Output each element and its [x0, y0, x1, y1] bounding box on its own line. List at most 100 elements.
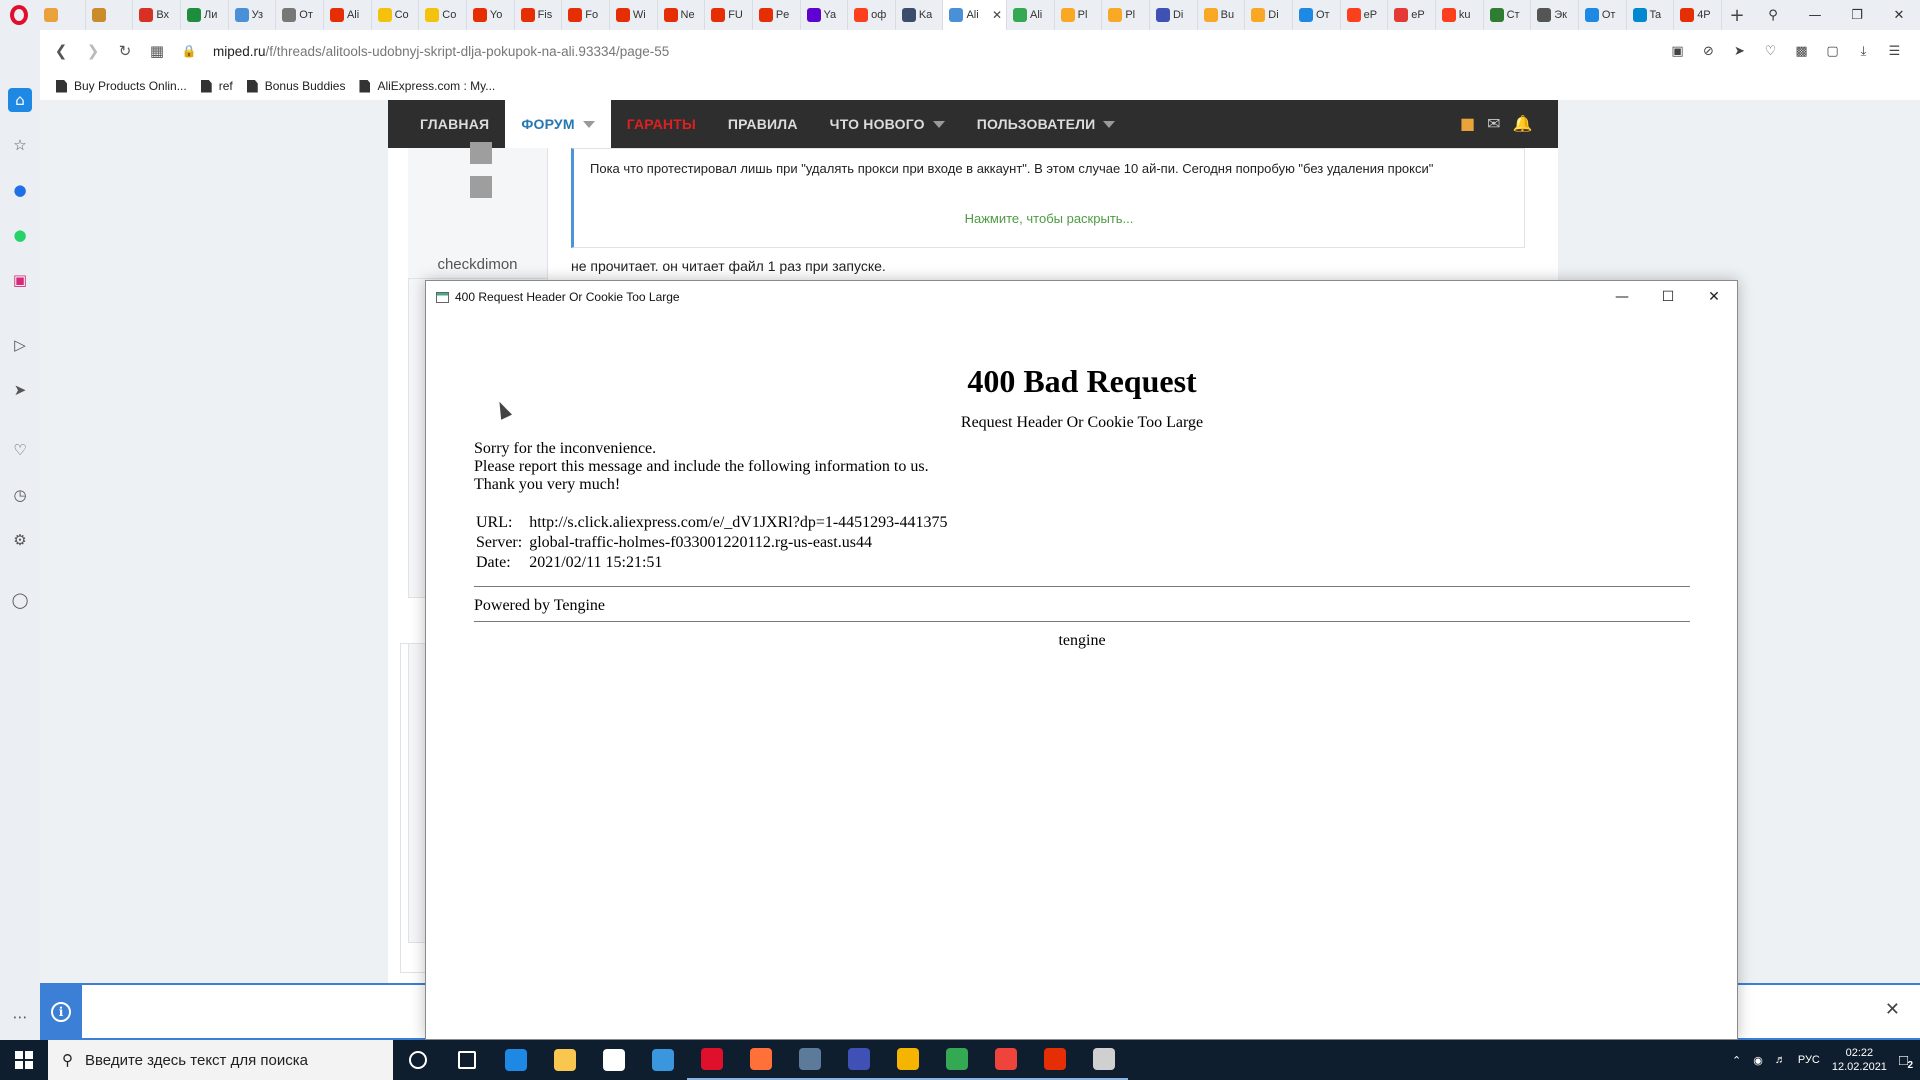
browser-tab[interactable]: ku — [1436, 0, 1484, 30]
browser-tab[interactable]: Fo — [562, 0, 610, 30]
home-icon[interactable]: ⌂ — [8, 88, 32, 112]
minimize-button[interactable]: — — [1794, 0, 1836, 30]
notification-center-icon[interactable]: □ 2 — [1899, 1052, 1913, 1071]
forum-nav-item[interactable]: ПОЛЬЗОВАТЕЛИ — [961, 100, 1132, 148]
heart-bookmark-icon[interactable]: ♡ — [1757, 36, 1784, 66]
wallet-icon[interactable]: ▩ — [1788, 36, 1815, 66]
url-field[interactable]: miped.ru/f/threads/alitools-udobnyj-skri… — [213, 44, 669, 59]
easy-setup-icon[interactable]: ☰ — [1881, 36, 1908, 66]
messenger-icon[interactable]: ● — [8, 178, 32, 202]
browser-tab[interactable]: Ali — [324, 0, 372, 30]
browser-tab[interactable]: Bu — [1198, 0, 1246, 30]
search-tabs-icon[interactable]: ⚲ — [1752, 0, 1794, 30]
browser-tab[interactable]: Co — [419, 0, 467, 30]
history-clock-icon[interactable]: ◷ — [8, 483, 32, 507]
maximize-button[interactable]: ☐ — [1645, 281, 1691, 313]
post-username[interactable]: checkdimon — [408, 248, 548, 278]
browser-tab[interactable]: Ya — [801, 0, 849, 30]
start-button[interactable] — [0, 1040, 48, 1080]
settings-gear-icon[interactable]: ⚙ — [8, 528, 32, 552]
browser-tab[interactable]: eP — [1388, 0, 1436, 30]
browser-tab[interactable]: FU — [705, 0, 753, 30]
ad-block-icon[interactable]: ⊘ — [1695, 36, 1722, 66]
browser-tab[interactable]: Ne — [658, 0, 706, 30]
bookmark-item[interactable]: Bonus Buddies — [246, 79, 345, 93]
speed-dial-star-icon[interactable]: ☆ — [8, 133, 32, 157]
taskbar-search-box[interactable]: ⚲ Введите здесь текст для поиска — [48, 1040, 393, 1080]
inbox-envelope-icon[interactable]: ✉ — [1487, 114, 1500, 133]
browser-tab[interactable]: От — [1293, 0, 1341, 30]
browser-tab[interactable]: Di — [1150, 0, 1198, 30]
taskbar-app[interactable] — [1079, 1040, 1128, 1080]
forum-nav-item[interactable]: ФОРУМ — [505, 100, 611, 148]
forum-nav-item[interactable]: ГАРАНТЫ — [611, 100, 712, 148]
taskbar-app[interactable] — [638, 1040, 687, 1080]
chevron-down-icon[interactable] — [932, 120, 945, 128]
taskbar-app[interactable] — [687, 1040, 736, 1080]
bookmark-item[interactable]: Buy Products Onlin... — [56, 79, 187, 93]
whatsapp-icon[interactable]: ● — [8, 223, 32, 247]
show-hidden-icons-icon[interactable]: ⌃ — [1732, 1054, 1741, 1067]
speed-dial-icon[interactable]: ▦ — [141, 35, 173, 67]
taskbar-app[interactable] — [736, 1040, 785, 1080]
browser-tab[interactable]: Yo — [467, 0, 515, 30]
bookmark-item[interactable]: ref — [200, 79, 233, 93]
flow-icon[interactable]: ➤ — [8, 378, 32, 402]
browser-tab[interactable] — [38, 0, 86, 30]
taskbar-app[interactable] — [1030, 1040, 1079, 1080]
browser-tab[interactable]: От — [1579, 0, 1627, 30]
browser-tab[interactable]: Di — [1245, 0, 1293, 30]
clock[interactable]: 02:22 12.02.2021 — [1832, 1046, 1887, 1074]
taskbar-app[interactable] — [491, 1040, 540, 1080]
send-icon[interactable]: ➤ — [1726, 36, 1753, 66]
browser-tab[interactable]: Co — [372, 0, 420, 30]
volume-icon[interactable]: ♬ — [1775, 1054, 1786, 1066]
taskbar-app[interactable] — [589, 1040, 638, 1080]
download-icon[interactable]: ⤓ — [1850, 36, 1877, 66]
browser-tab[interactable]: eP — [1341, 0, 1389, 30]
browser-tab[interactable]: Ст — [1484, 0, 1532, 30]
close-button[interactable]: ✕ — [1691, 281, 1737, 313]
taskbar-app[interactable] — [981, 1040, 1030, 1080]
popup-titlebar[interactable]: 400 Request Header Or Cookie Too Large —… — [426, 281, 1737, 313]
forward-button[interactable]: ❯ — [77, 35, 109, 67]
restore-button[interactable]: ❐ — [1836, 0, 1878, 30]
extension-cube-icon[interactable]: ▢ — [1819, 36, 1846, 66]
browser-tab[interactable] — [86, 0, 134, 30]
browser-tab[interactable]: Pl — [1102, 0, 1150, 30]
browser-tab[interactable]: Уз — [229, 0, 277, 30]
browser-tab[interactable]: Ta — [1627, 0, 1675, 30]
tab-close-icon[interactable]: ✕ — [992, 8, 1002, 22]
alerts-bell-icon[interactable]: 🔔 — [1513, 114, 1533, 133]
back-button[interactable]: ❮ — [45, 35, 77, 67]
opera-menu-button[interactable] — [0, 0, 38, 30]
chevron-down-icon[interactable] — [1103, 120, 1116, 128]
taskbar-app[interactable] — [785, 1040, 834, 1080]
browser-tab[interactable]: Ali — [1007, 0, 1055, 30]
browser-tab[interactable]: Ли — [181, 0, 229, 30]
browser-tab[interactable]: Pe — [753, 0, 801, 30]
taskbar-app[interactable] — [393, 1040, 442, 1080]
quote-expand-link[interactable]: Нажмите, чтобы раскрыть... — [574, 211, 1524, 226]
language-indicator[interactable]: РУС — [1798, 1054, 1820, 1066]
forum-nav-item[interactable]: ПРАВИЛА — [712, 100, 814, 148]
browser-tab[interactable]: От — [276, 0, 324, 30]
tab-active[interactable]: Ali ✕ — [943, 0, 1007, 30]
browser-tab[interactable]: 4P — [1674, 0, 1722, 30]
taskbar-app[interactable] — [442, 1040, 491, 1080]
close-icon[interactable]: ✕ — [1885, 999, 1900, 1020]
network-icon[interactable]: ◉ — [1753, 1054, 1763, 1067]
avatar-icon[interactable]: ■ — [1460, 114, 1475, 133]
snapshot-icon[interactable]: ▣ — [1664, 36, 1691, 66]
browser-tab[interactable]: Fis — [515, 0, 563, 30]
player-icon[interactable]: ▷ — [8, 333, 32, 357]
instagram-icon[interactable]: ▣ — [8, 268, 32, 292]
forum-nav-item[interactable]: ГЛАВНАЯ — [404, 100, 505, 148]
favorites-heart-icon[interactable]: ♡ — [8, 438, 32, 462]
minimize-button[interactable]: — — [1599, 281, 1645, 313]
chevron-down-icon[interactable] — [582, 120, 595, 128]
browser-tab[interactable]: оф — [848, 0, 896, 30]
taskbar-app[interactable] — [883, 1040, 932, 1080]
new-tab-button[interactable]: + — [1722, 5, 1752, 26]
taskbar-app[interactable] — [540, 1040, 589, 1080]
